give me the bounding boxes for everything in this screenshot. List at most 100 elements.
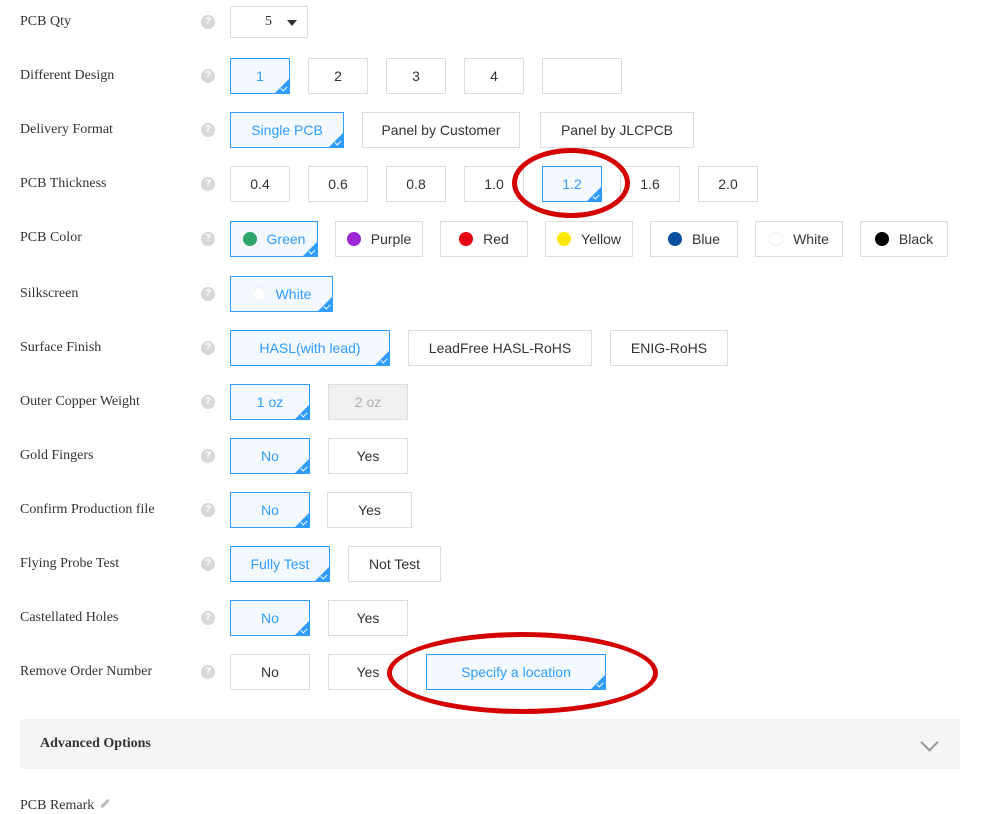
row-remove-order-number: Remove Order Number ? No Yes Specify a l… (0, 654, 985, 690)
thickness-option-1-6[interactable]: 1.6 (620, 166, 680, 202)
surface-finish-label: Surface Finish (20, 340, 102, 355)
row-pcb-qty: PCB Qty ? 5 (0, 4, 985, 40)
row-flying-probe-test: Flying Probe Test ? Fully Test Not Test (0, 546, 985, 582)
delivery-panel-by-jlcpcb[interactable]: Panel by JLCPCB (540, 112, 694, 148)
color-swatch-white (251, 287, 266, 301)
confirm-file-yes[interactable]: Yes (327, 492, 412, 528)
finish-hasl-with-lead[interactable]: HASL(with lead) (230, 330, 390, 366)
gold-fingers-no[interactable]: No (230, 438, 310, 474)
color-option-red[interactable]: Red (440, 221, 528, 257)
question-icon[interactable]: ? (201, 177, 215, 191)
thickness-option-1-0[interactable]: 1.0 (464, 166, 524, 202)
row-delivery-format: Delivery Format ? Single PCB Panel by Cu… (0, 112, 985, 148)
color-swatch-yellow (557, 232, 572, 246)
silkscreen-label: Silkscreen (20, 286, 79, 301)
question-icon[interactable]: ? (201, 341, 215, 355)
different-design-label: Different Design (20, 68, 115, 83)
different-design-option-1[interactable]: 1 (230, 58, 290, 94)
question-icon[interactable]: ? (201, 287, 215, 301)
color-option-label: Purple (370, 231, 412, 247)
question-icon[interactable]: ? (201, 449, 215, 463)
copper-option-2oz: 2 oz (328, 384, 408, 420)
flying-probe-fully-test[interactable]: Fully Test (230, 546, 330, 582)
gold-fingers-label: Gold Fingers (20, 448, 94, 463)
castellated-yes[interactable]: Yes (328, 600, 408, 636)
different-design-option-2[interactable]: 2 (308, 58, 368, 94)
thickness-option-1-2[interactable]: 1.2 (542, 166, 602, 202)
color-option-label: White (793, 231, 829, 247)
color-option-yellow[interactable]: Yellow (545, 221, 633, 257)
color-swatch-white (769, 232, 784, 246)
silkscreen-option-white[interactable]: White (230, 276, 333, 312)
color-option-label: Yellow (581, 231, 621, 247)
finish-enig-rohs[interactable]: ENIG-RoHS (610, 330, 728, 366)
copper-option-1oz[interactable]: 1 oz (230, 384, 310, 420)
different-design-option-4[interactable]: 4 (464, 58, 524, 94)
row-surface-finish: Surface Finish ? HASL(with lead) LeadFre… (0, 330, 985, 366)
question-icon[interactable]: ? (201, 611, 215, 625)
remove-order-number-label: Remove Order Number (20, 664, 153, 679)
row-gold-fingers: Gold Fingers ? No Yes (0, 438, 985, 474)
pencil-icon[interactable] (100, 798, 110, 809)
advanced-options-label: Advanced Options (40, 736, 151, 751)
pcb-qty-label: PCB Qty (20, 14, 71, 29)
color-option-purple[interactable]: Purple (335, 221, 423, 257)
color-swatch-red (459, 232, 474, 246)
question-icon[interactable]: ? (201, 123, 215, 137)
row-pcb-thickness: PCB Thickness ? 0.4 0.6 0.8 1.0 1.2 1.6 … (0, 166, 985, 202)
row-pcb-color: PCB Color ? Green Purple Red Yellow Blue… (0, 221, 985, 257)
color-swatch-black (874, 232, 889, 246)
different-design-option-3[interactable]: 3 (386, 58, 446, 94)
delivery-format-label: Delivery Format (20, 122, 113, 137)
color-swatch-purple (346, 232, 361, 246)
different-design-option-custom[interactable] (542, 58, 622, 94)
question-icon[interactable]: ? (201, 395, 215, 409)
question-icon[interactable]: ? (201, 503, 215, 517)
thickness-option-2-0[interactable]: 2.0 (698, 166, 758, 202)
pcb-thickness-label: PCB Thickness (20, 176, 107, 191)
row-outer-copper-weight: Outer Copper Weight ? 1 oz 2 oz (0, 384, 985, 420)
confirm-production-file-label: Confirm Production file (20, 502, 155, 517)
row-silkscreen: Silkscreen ? White (0, 276, 985, 312)
remove-order-specify-location[interactable]: Specify a location (426, 654, 606, 690)
question-icon[interactable]: ? (201, 69, 215, 83)
finish-leadfree-hasl[interactable]: LeadFree HASL-RoHS (408, 330, 592, 366)
color-swatch-blue (667, 232, 682, 246)
row-different-design: Different Design ? 1 2 3 4 (0, 58, 985, 94)
flying-probe-not-test[interactable]: Not Test (348, 546, 441, 582)
pcb-qty-select[interactable]: 5 (230, 6, 308, 38)
pcb-remark: PCB Remark (20, 798, 110, 814)
thickness-option-0-4[interactable]: 0.4 (230, 166, 290, 202)
pcb-qty-value: 5 (265, 14, 272, 29)
row-confirm-production-file: Confirm Production file ? No Yes (0, 492, 985, 528)
delivery-panel-by-customer[interactable]: Panel by Customer (362, 112, 520, 148)
flying-probe-test-label: Flying Probe Test (20, 556, 120, 571)
chevron-down-icon[interactable] (920, 733, 939, 752)
thickness-option-0-8[interactable]: 0.8 (386, 166, 446, 202)
color-option-blue[interactable]: Blue (650, 221, 738, 257)
question-icon[interactable]: ? (201, 665, 215, 679)
remove-order-yes[interactable]: Yes (328, 654, 408, 690)
gold-fingers-yes[interactable]: Yes (328, 438, 408, 474)
color-option-label: Blue (691, 231, 721, 247)
question-icon[interactable]: ? (201, 15, 215, 29)
castellated-no[interactable]: No (230, 600, 310, 636)
row-castellated-holes: Castellated Holes ? No Yes (0, 600, 985, 636)
outer-copper-weight-label: Outer Copper Weight (20, 394, 140, 409)
advanced-options-bar[interactable]: Advanced Options (20, 719, 960, 769)
delivery-single-pcb[interactable]: Single PCB (230, 112, 344, 148)
color-option-label: Red (483, 231, 509, 247)
caret-down-icon (287, 20, 297, 26)
color-swatch-green (242, 232, 257, 246)
remove-order-no[interactable]: No (230, 654, 310, 690)
color-option-label: Black (898, 231, 934, 247)
color-option-white[interactable]: White (755, 221, 843, 257)
question-icon[interactable]: ? (201, 557, 215, 571)
pcb-remark-label: PCB Remark (20, 798, 95, 813)
question-icon[interactable]: ? (201, 232, 215, 246)
color-option-green[interactable]: Green (230, 221, 318, 257)
pcb-color-label: PCB Color (20, 230, 82, 245)
confirm-file-no[interactable]: No (230, 492, 310, 528)
color-option-black[interactable]: Black (860, 221, 948, 257)
thickness-option-0-6[interactable]: 0.6 (308, 166, 368, 202)
